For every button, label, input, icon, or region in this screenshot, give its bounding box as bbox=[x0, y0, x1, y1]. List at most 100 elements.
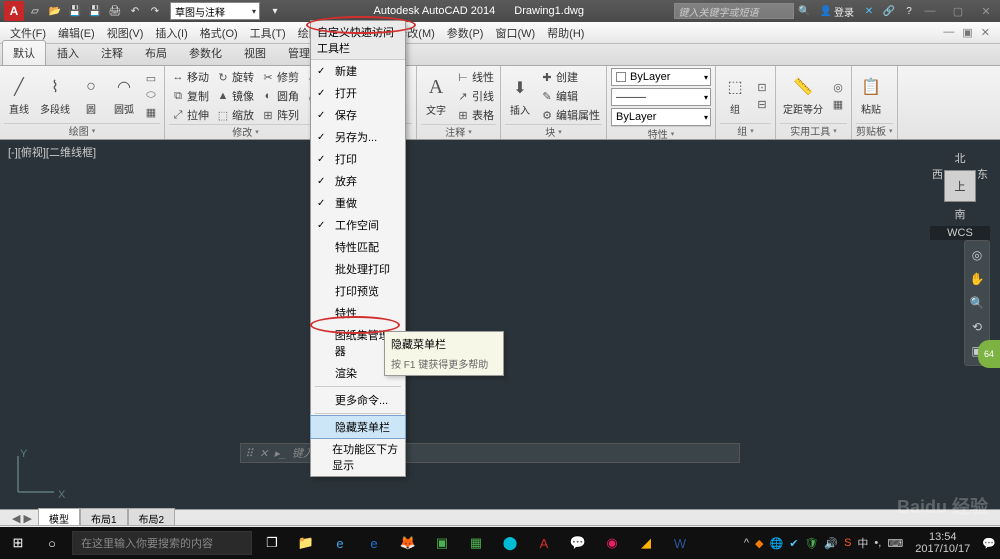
tab-insert[interactable]: 插入 bbox=[46, 40, 90, 65]
pan-icon[interactable]: ✋ bbox=[967, 269, 987, 289]
app-icon-4[interactable]: ◉ bbox=[598, 530, 626, 556]
view-cube[interactable]: 北 西上东 南 WCS bbox=[930, 150, 990, 220]
mirror-btn[interactable]: ▲镜像 bbox=[214, 87, 256, 105]
redo-icon[interactable]: ↷ bbox=[146, 2, 164, 20]
network-icon[interactable]: 🌐 bbox=[769, 537, 783, 550]
tab-nav-arrows[interactable]: ◀ ▶ bbox=[6, 512, 38, 525]
measure-button[interactable]: 📏定距等分 bbox=[780, 73, 826, 118]
ime-icon[interactable]: 中 bbox=[857, 535, 868, 551]
autocad-task[interactable]: A bbox=[530, 530, 558, 556]
qat-dropdown-icon[interactable]: ▾ bbox=[266, 2, 284, 20]
open-icon[interactable]: 📂 bbox=[46, 2, 64, 20]
shield-icon[interactable]: 🛡 bbox=[804, 537, 818, 550]
new-icon[interactable]: ▱ bbox=[26, 2, 44, 20]
volume-icon[interactable]: 🔊 bbox=[824, 537, 838, 550]
tab-annotate[interactable]: 注释 bbox=[90, 40, 134, 65]
drawing-canvas[interactable]: [-][俯视][二维线框] 北 西上东 南 WCS ◎ ✋ 🔍 ⟲ ▣ Y X … bbox=[0, 140, 1000, 513]
word-icon[interactable]: W bbox=[666, 530, 694, 556]
dropdown-item[interactable]: 更多命令... bbox=[311, 389, 405, 411]
tray-icon[interactable]: ◆ bbox=[755, 537, 763, 550]
exchange-icon[interactable]: ✕ bbox=[860, 2, 878, 20]
dropdown-item[interactable]: 隐藏菜单栏 bbox=[310, 415, 406, 439]
doc-minimize[interactable]: — bbox=[943, 26, 954, 39]
steering-wheel-icon[interactable]: ◎ bbox=[967, 245, 987, 265]
tray-icon2[interactable]: ✔ bbox=[789, 537, 798, 550]
dropdown-item[interactable]: ✓打开 bbox=[311, 82, 405, 104]
array-btn[interactable]: ⊞阵列 bbox=[259, 106, 301, 124]
dropdown-item[interactable]: 在功能区下方显示 bbox=[311, 438, 405, 476]
help-icon[interactable]: ? bbox=[900, 2, 918, 20]
taskbar-search[interactable]: 在这里输入你要搜索的内容 bbox=[72, 531, 252, 555]
insert-button[interactable]: ⬇插入 bbox=[505, 74, 535, 119]
doc-close[interactable]: ✕ bbox=[981, 26, 990, 39]
viewport-label[interactable]: [-][俯视][二维线框] bbox=[8, 144, 96, 160]
dropdown-item[interactable]: 批处理打印 bbox=[311, 258, 405, 280]
dropdown-item[interactable]: ✓打印 bbox=[311, 148, 405, 170]
leader-btn[interactable]: ↗引线 bbox=[454, 87, 496, 105]
cmd-handle-icon[interactable]: ⠿ bbox=[245, 447, 253, 460]
fillet-btn[interactable]: ◐圆角 bbox=[259, 87, 301, 105]
app-icon-3[interactable]: ⬤ bbox=[496, 530, 524, 556]
circle-button[interactable]: ○圆 bbox=[76, 73, 106, 118]
ie-icon[interactable]: e bbox=[326, 530, 354, 556]
menu-param[interactable]: 参数(P) bbox=[441, 22, 490, 44]
start-button[interactable]: ⊞ bbox=[4, 530, 32, 556]
table-btn[interactable]: ⊞表格 bbox=[454, 106, 496, 124]
cmd-close-icon[interactable]: ✕ bbox=[259, 447, 268, 460]
lineweight-combo[interactable]: ——— bbox=[611, 88, 711, 106]
group-button[interactable]: ⬚组 bbox=[720, 73, 750, 118]
print-icon[interactable]: 🖨 bbox=[106, 2, 124, 20]
app-icon-5[interactable]: ◢ bbox=[632, 530, 660, 556]
help-search[interactable]: 键入关键字或短语 bbox=[674, 3, 794, 19]
dim-linear-btn[interactable]: ⊢线性 bbox=[454, 68, 496, 86]
clock[interactable]: 13:542017/10/17 bbox=[909, 531, 976, 555]
orbit-icon[interactable]: ⟲ bbox=[967, 317, 987, 337]
dropdown-item[interactable]: 特性匹配 bbox=[311, 236, 405, 258]
firefox-icon[interactable]: 🦊 bbox=[394, 530, 422, 556]
dropdown-item[interactable]: ✓放弃 bbox=[311, 170, 405, 192]
zoom-icon[interactable]: 🔍 bbox=[967, 293, 987, 313]
app-icon-2[interactable]: ▦ bbox=[462, 530, 490, 556]
login-button[interactable]: 👤登录 bbox=[816, 2, 858, 20]
a360-icon[interactable]: 🔗 bbox=[880, 2, 898, 20]
cortana-icon[interactable]: ○ bbox=[38, 530, 66, 556]
dropdown-item[interactable]: ✓保存 bbox=[311, 104, 405, 126]
rect-btn[interactable]: ▭ bbox=[142, 71, 160, 87]
minimize-button[interactable]: — bbox=[920, 5, 940, 18]
dropdown-item[interactable]: ✓新建 bbox=[311, 60, 405, 82]
dropdown-item[interactable]: ✓工作空间 bbox=[311, 214, 405, 236]
polyline-button[interactable]: ⌇多段线 bbox=[37, 73, 73, 118]
dropdown-item[interactable]: ✓另存为... bbox=[311, 126, 405, 148]
edit-attr-btn[interactable]: ⚙编辑属性 bbox=[538, 106, 602, 124]
close-button[interactable]: ✕ bbox=[976, 5, 996, 18]
tab-view[interactable]: 视图 bbox=[233, 40, 277, 65]
app-icon-1[interactable]: ▣ bbox=[428, 530, 456, 556]
app-logo[interactable]: A bbox=[4, 1, 24, 21]
ime-mode[interactable]: •, bbox=[874, 537, 881, 549]
copy-btn[interactable]: ⧉复制 bbox=[169, 87, 211, 105]
move-btn[interactable]: ↔移动 bbox=[169, 68, 211, 86]
stretch-btn[interactable]: ⤢拉伸 bbox=[169, 106, 211, 124]
search-icon[interactable]: 🔍 bbox=[796, 2, 814, 20]
hatch-btn[interactable]: ▦ bbox=[142, 105, 160, 121]
edit-block-btn[interactable]: ✎编辑 bbox=[538, 87, 602, 105]
rotate-btn[interactable]: ↻旋转 bbox=[214, 68, 256, 86]
save-icon[interactable]: 💾 bbox=[66, 2, 84, 20]
line-button[interactable]: ╱直线 bbox=[4, 73, 34, 118]
maximize-button[interactable]: ▢ bbox=[948, 5, 968, 18]
wechat-icon[interactable]: 💬 bbox=[564, 530, 592, 556]
taskview-icon[interactable]: ❐ bbox=[258, 530, 286, 556]
create-block-btn[interactable]: ✚创建 bbox=[538, 68, 602, 86]
saveas-icon[interactable]: 💾 bbox=[86, 2, 104, 20]
color-combo[interactable]: ByLayer bbox=[611, 68, 711, 86]
arc-button[interactable]: ◠圆弧 bbox=[109, 73, 139, 118]
workspace-combo[interactable]: 草图与注释 bbox=[170, 2, 260, 20]
trim-btn[interactable]: ✂修剪 bbox=[259, 68, 301, 86]
undo-icon[interactable]: ↶ bbox=[126, 2, 144, 20]
dropdown-item[interactable]: ✓重做 bbox=[311, 192, 405, 214]
text-button[interactable]: A文字 bbox=[421, 74, 451, 119]
ellipse-btn[interactable]: ⬭ bbox=[142, 88, 160, 104]
tray-up-icon[interactable]: ^ bbox=[744, 537, 749, 549]
paste-button[interactable]: 📋粘贴 bbox=[856, 73, 886, 118]
scale-btn[interactable]: ⬚缩放 bbox=[214, 106, 256, 124]
